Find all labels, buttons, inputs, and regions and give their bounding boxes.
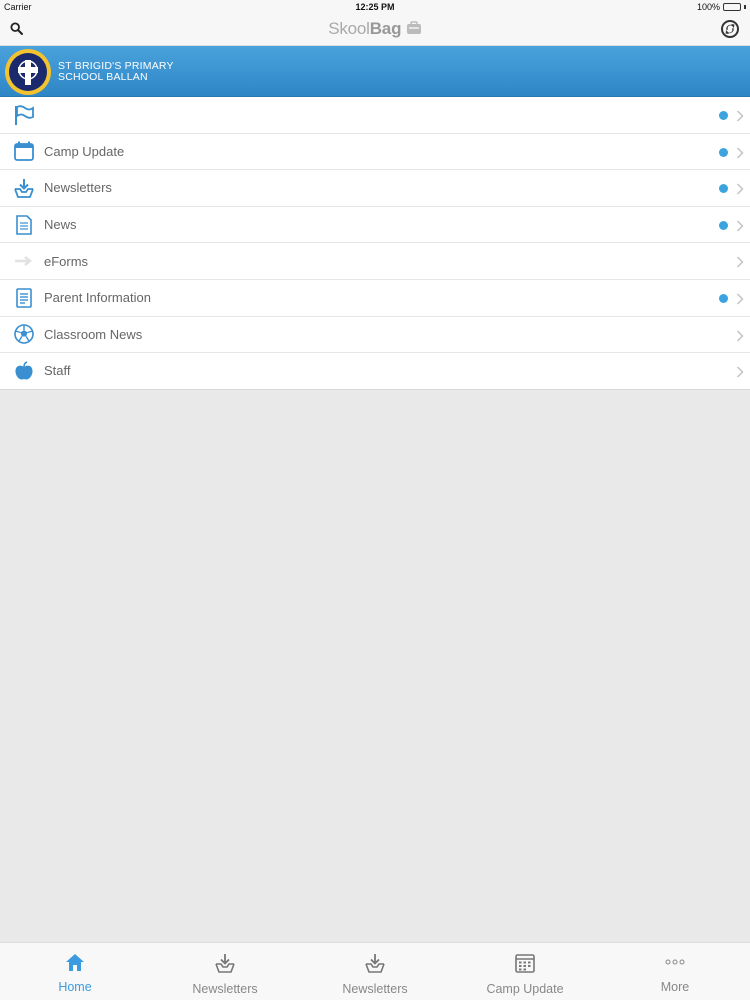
menu-item-label: Parent Information: [44, 290, 151, 306]
menu-item-staff[interactable]: Staff: [0, 353, 750, 390]
tab-label: Newsletters: [192, 982, 258, 996]
tab-home[interactable]: Home: [0, 943, 150, 1000]
unread-badge: [719, 293, 728, 303]
bag-icon: [406, 21, 421, 34]
notepad-icon: [12, 286, 36, 310]
menu-item-label: Classroom News: [44, 326, 143, 342]
brand-suffix: Bag: [369, 19, 402, 38]
tab-bar: Home Newsletters Newsletters Camp Update…: [0, 942, 750, 1000]
status-bar: Carrier 12:25 PM 100%: [0, 0, 750, 14]
flag-icon: [12, 103, 36, 127]
unread-badge: [719, 184, 728, 194]
menu-list: Camp Update Newsletters News eForms Pare…: [0, 97, 750, 390]
unread-badge: [719, 220, 728, 230]
tab-camp-update[interactable]: Camp Update: [450, 943, 600, 1000]
school-name-line2: SCHOOL BALLAN: [58, 71, 148, 83]
arrow-icon: [12, 249, 36, 273]
chevron-right-icon: [736, 109, 744, 127]
menu-item-label: Camp Update: [44, 143, 125, 159]
download-tray-icon: [12, 176, 36, 200]
download-tray-icon: [363, 952, 387, 979]
school-crest-icon: [4, 48, 52, 101]
chevron-right-icon: [736, 329, 744, 347]
battery-indicator: 100%: [697, 2, 746, 12]
chevron-right-icon: [736, 182, 744, 200]
download-tray-icon: [213, 952, 237, 979]
school-name: ST BRIGID'S PRIMARY SCHOOL BALLAN: [58, 61, 174, 83]
unread-badge: [719, 111, 728, 120]
menu-item-newsletters[interactable]: Newsletters: [0, 170, 750, 207]
battery-icon: [723, 3, 741, 11]
calendar-icon: [12, 139, 36, 163]
calendar-icon: [514, 952, 536, 979]
menu-item-parent-information[interactable]: Parent Information: [0, 280, 750, 317]
menu-item-label: eForms: [44, 253, 89, 269]
app-logo: SkoolBag: [0, 19, 750, 39]
chevron-right-icon: [736, 255, 744, 273]
menu-item-label: Staff: [44, 363, 71, 379]
nav-bar: SkoolBag: [0, 14, 750, 46]
chevron-right-icon: [736, 219, 744, 237]
menu-item-classroom-news[interactable]: Classroom News: [0, 317, 750, 354]
apple-icon: [12, 359, 36, 383]
sync-icon[interactable]: [720, 19, 740, 44]
document-icon: [12, 213, 36, 237]
tab-newsletters-1[interactable]: Newsletters: [150, 943, 300, 1000]
chevron-right-icon: [736, 146, 744, 164]
status-time: 12:25 PM: [355, 2, 395, 12]
menu-item-flag[interactable]: [0, 97, 750, 134]
tab-label: More: [660, 980, 690, 994]
home-icon: [64, 952, 86, 977]
soccer-ball-icon: [12, 322, 36, 346]
menu-item-eforms[interactable]: eForms: [0, 243, 750, 280]
menu-item-label: Newsletters: [44, 180, 112, 196]
tab-label: Home: [58, 980, 92, 994]
tab-label: Camp Update: [486, 982, 564, 996]
brand-prefix: Skool: [328, 19, 370, 38]
tab-newsletters-2[interactable]: Newsletters: [300, 943, 450, 1000]
menu-item-news[interactable]: News: [0, 207, 750, 244]
tab-more[interactable]: More: [600, 943, 750, 1000]
menu-item-camp-update[interactable]: Camp Update: [0, 134, 750, 171]
more-dots-icon: [664, 952, 686, 977]
chevron-right-icon: [736, 292, 744, 310]
school-banner: ST BRIGID'S PRIMARY SCHOOL BALLAN: [0, 46, 750, 97]
unread-badge: [719, 147, 728, 157]
tab-label: Newsletters: [342, 982, 408, 996]
battery-percent: 100%: [696, 2, 720, 12]
chevron-right-icon: [736, 365, 744, 383]
menu-item-label: News: [44, 217, 77, 233]
